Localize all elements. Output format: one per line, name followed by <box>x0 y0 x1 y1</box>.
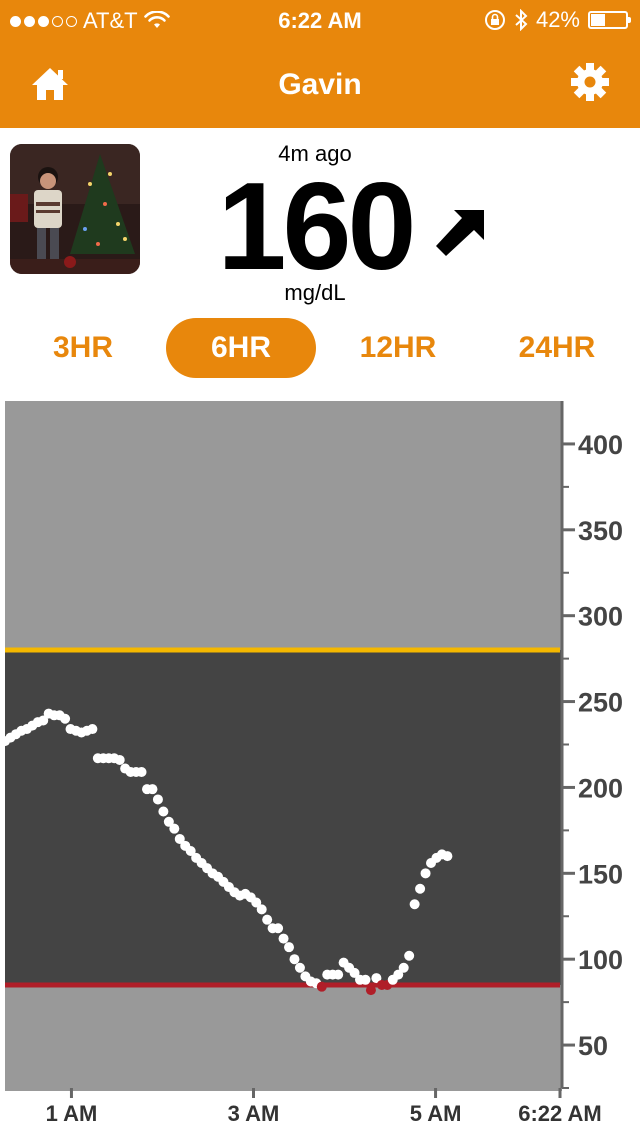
reading-point <box>409 899 420 910</box>
glucose-chart: 400 350 300 250 200 150 100 50 1 AM 3 AM 5 AM 6:22… <box>0 401 623 1126</box>
tab-24hr[interactable]: 24HR <box>482 318 632 378</box>
reading-point <box>415 883 426 894</box>
y-tick-label: 200 <box>578 773 623 803</box>
bluetooth-icon <box>515 9 528 31</box>
glucose-value: 160 <box>217 158 417 296</box>
status-bar: AT&T 6:22 AM 42% <box>0 0 640 40</box>
battery-icon <box>588 11 631 29</box>
reading-point <box>316 981 327 992</box>
reading-point <box>294 962 305 973</box>
reading-point <box>365 985 376 996</box>
rotation-lock-icon <box>484 10 505 30</box>
y-tick-label: 50 <box>578 1031 608 1061</box>
reading-point <box>278 933 289 944</box>
reading-point <box>289 954 300 965</box>
tab-12hr[interactable]: 12HR <box>323 318 473 378</box>
y-tick-label: 300 <box>578 602 623 632</box>
reading-point <box>114 754 125 765</box>
y-axis-ticks: 400 350 300 250 200 150 100 50 <box>562 430 623 1089</box>
y-tick-label: 350 <box>578 516 623 546</box>
x-tick-label: 1 AM <box>46 1101 98 1126</box>
status-right: 42% <box>484 7 631 33</box>
gear-icon[interactable] <box>570 62 610 102</box>
y-tick-label: 150 <box>578 859 623 889</box>
nav-bar: Gavin <box>0 40 640 128</box>
x-tick-label: 5 AM <box>410 1101 462 1126</box>
reading-point <box>147 784 158 795</box>
avatar[interactable] <box>10 144 140 274</box>
x-axis-ticks: 1 AM 3 AM 5 AM 6:22 AM <box>46 1088 602 1126</box>
reading-point <box>262 914 273 925</box>
x-tick-label: 6:22 AM <box>518 1101 602 1126</box>
reading-point <box>256 904 267 915</box>
reading-point <box>87 724 98 735</box>
battery-percent: 42% <box>535 7 580 32</box>
reading-point <box>169 823 180 834</box>
reading-point <box>152 794 163 805</box>
glucose-unit: mg/dL <box>284 280 346 305</box>
reading-point <box>158 806 169 817</box>
reading-point <box>442 851 453 862</box>
page-title: Gavin <box>278 68 362 101</box>
reading-point <box>398 962 409 973</box>
y-tick-label: 250 <box>578 688 623 718</box>
reading-point <box>360 974 371 985</box>
reading-point <box>420 868 431 879</box>
tab-3hr[interactable]: 3HR <box>8 318 158 378</box>
reading-point <box>273 923 284 934</box>
reading-point <box>60 713 71 724</box>
reading-point <box>284 942 295 953</box>
y-tick-label: 100 <box>578 945 623 975</box>
tab-6hr[interactable]: 6HR <box>166 318 316 378</box>
reading-point <box>404 950 415 961</box>
y-tick-label: 400 <box>578 430 623 460</box>
reading-point <box>333 969 344 980</box>
x-tick-label: 3 AM <box>228 1101 280 1126</box>
reading-point <box>136 766 147 777</box>
arrow-up-right-icon <box>436 210 484 256</box>
